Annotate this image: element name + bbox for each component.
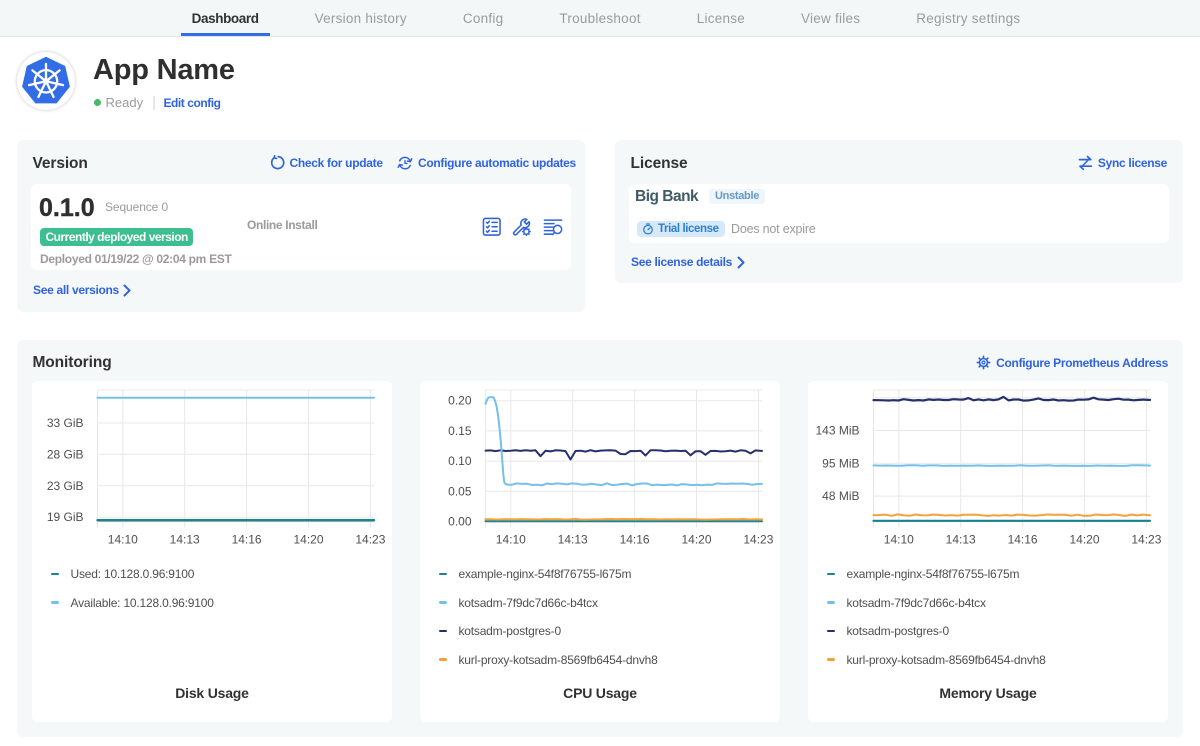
svg-text:14:10: 14:10 <box>884 533 914 547</box>
svg-text:48 MiB: 48 MiB <box>822 489 859 503</box>
svg-text:0.20: 0.20 <box>448 394 472 408</box>
svg-text:0.10: 0.10 <box>448 454 472 468</box>
svg-text:0.05: 0.05 <box>448 484 472 498</box>
svg-text:14:20: 14:20 <box>293 533 323 547</box>
svg-text:14:23: 14:23 <box>1131 533 1161 547</box>
svg-text:14:10: 14:10 <box>108 533 138 547</box>
svg-text:14:16: 14:16 <box>232 533 262 547</box>
svg-text:14:23: 14:23 <box>355 533 385 547</box>
svg-text:0.15: 0.15 <box>448 424 472 438</box>
svg-text:23 GiB: 23 GiB <box>47 479 84 493</box>
svg-text:14:23: 14:23 <box>743 533 773 547</box>
svg-text:14:20: 14:20 <box>1069 533 1099 547</box>
svg-text:143 MiB: 143 MiB <box>815 424 859 438</box>
svg-text:14:16: 14:16 <box>1008 533 1038 547</box>
svg-text:28 GiB: 28 GiB <box>47 447 84 461</box>
svg-text:14:13: 14:13 <box>946 533 976 547</box>
svg-text:14:13: 14:13 <box>558 533 588 547</box>
svg-text:14:16: 14:16 <box>620 533 650 547</box>
svg-text:14:13: 14:13 <box>170 533 200 547</box>
svg-text:33 GiB: 33 GiB <box>47 416 84 430</box>
svg-text:19 GiB: 19 GiB <box>47 510 84 524</box>
svg-text:95 MiB: 95 MiB <box>822 456 859 470</box>
svg-text:0.00: 0.00 <box>448 514 472 528</box>
svg-text:14:10: 14:10 <box>496 533 526 547</box>
svg-text:14:20: 14:20 <box>681 533 711 547</box>
